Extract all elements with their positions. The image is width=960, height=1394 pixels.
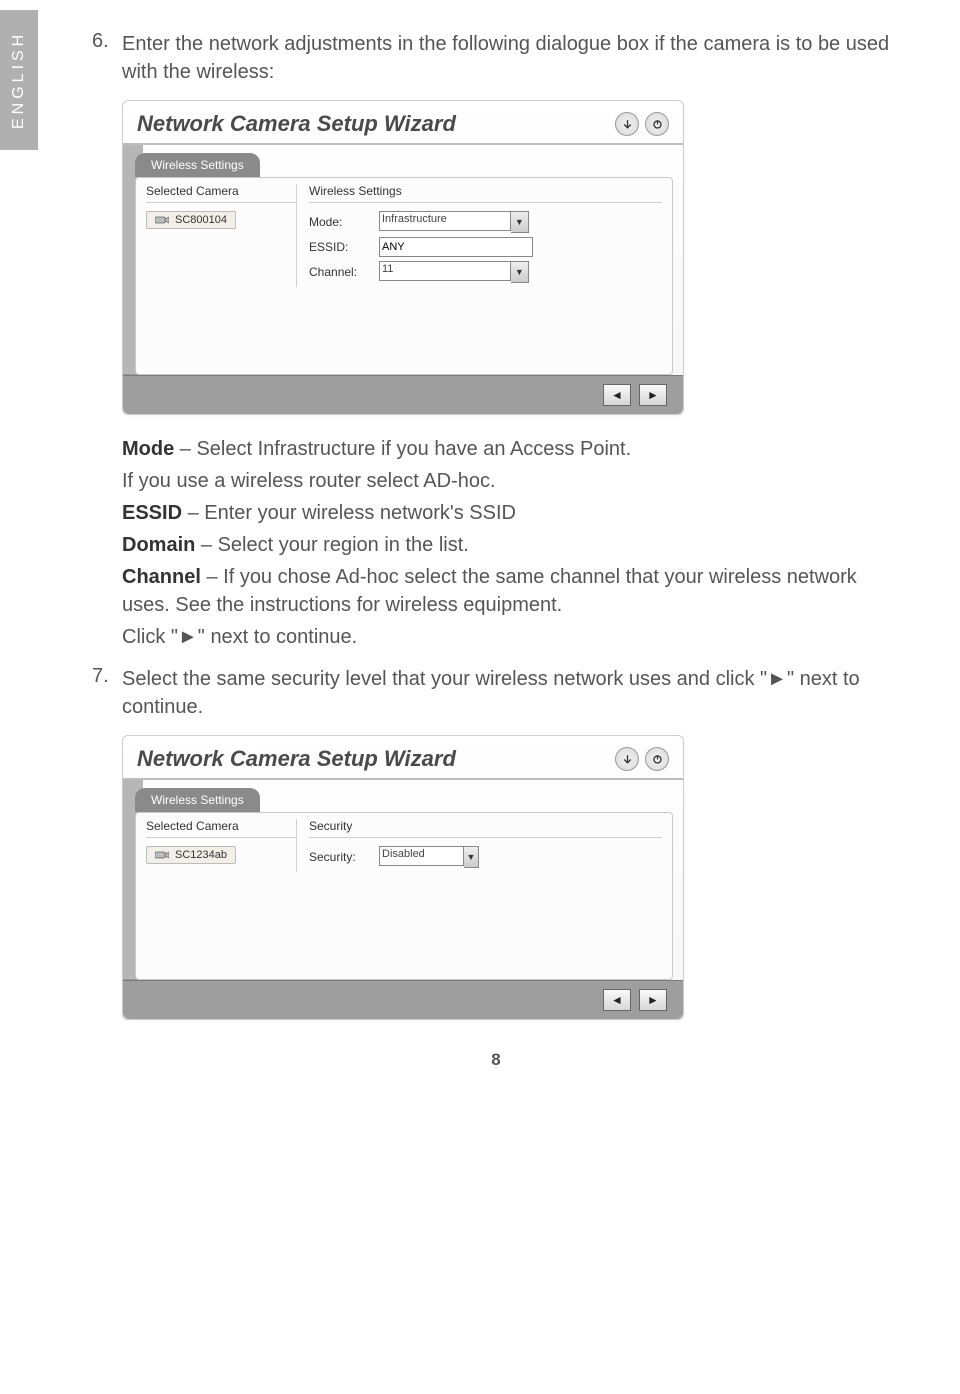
channel-desc: – If you chose Ad-hoc select the same ch… [122, 566, 857, 616]
wizard-header-controls [615, 747, 669, 771]
step-7: 7. Select the same security level that y… [92, 665, 900, 721]
camera-icon [155, 850, 169, 860]
essid-input[interactable] [379, 237, 533, 257]
channel-term: Channel [122, 566, 201, 588]
minimize-button[interactable] [615, 112, 639, 136]
wizard-tab: Wireless Settings [135, 153, 260, 177]
channel-label: Channel: [309, 265, 379, 279]
camera-icon [155, 215, 169, 225]
step-7-text: Select the same security level that your… [122, 665, 900, 721]
security-header: Security [309, 819, 662, 838]
camera-name: SC800104 [175, 214, 227, 226]
wizard-footer: ◄ ► [123, 375, 683, 414]
mode-label: Mode: [309, 215, 379, 229]
channel-select[interactable]: 11 ▼ [379, 261, 529, 283]
prev-button[interactable]: ◄ [603, 989, 631, 1011]
wizard-footer: ◄ ► [123, 980, 683, 1019]
click-next-text: Click "►" next to continue. [122, 623, 900, 651]
mode-desc: – Select Infrastructure if you have an A… [174, 438, 631, 460]
wizard-wireless-settings: Network Camera Setup Wizard Wireless Set… [122, 100, 684, 415]
next-button[interactable]: ► [639, 989, 667, 1011]
step-6-details: Mode – Select Infrastructure if you have… [122, 435, 900, 651]
page-number: 8 [92, 1050, 900, 1090]
chevron-down-icon: ▼ [511, 261, 529, 283]
selected-camera-header: Selected Camera [146, 184, 296, 203]
step-7-number: 7. [92, 665, 122, 721]
essid-term: ESSID [122, 502, 182, 524]
camera-entry[interactable]: SC1234ab [146, 846, 236, 864]
wizard-header: Network Camera Setup Wizard [123, 101, 683, 145]
wizard-header: Network Camera Setup Wizard [123, 736, 683, 780]
step-6: 6. Enter the network adjustments in the … [92, 30, 900, 86]
wizard-header-controls [615, 112, 669, 136]
minimize-button[interactable] [615, 747, 639, 771]
wizard-security-settings: Network Camera Setup Wizard Wireless Set… [122, 735, 684, 1020]
selected-camera-header: Selected Camera [146, 819, 296, 838]
domain-desc: – Select your region in the list. [195, 534, 468, 556]
wizard-title: Network Camera Setup Wizard [137, 746, 456, 772]
camera-name: SC1234ab [175, 849, 227, 861]
mode-value: Infrastructure [379, 211, 511, 231]
page-content: 6. Enter the network adjustments in the … [92, 0, 900, 1090]
language-tab: ENGLISH [0, 10, 38, 150]
mode-desc-2: If you use a wireless router select AD-h… [122, 467, 900, 495]
step-6-number: 6. [92, 30, 122, 86]
security-label: Security: [309, 850, 379, 864]
mode-term: Mode [122, 438, 174, 460]
mode-select[interactable]: Infrastructure ▼ [379, 211, 529, 233]
domain-term: Domain [122, 534, 195, 556]
wizard-title: Network Camera Setup Wizard [137, 111, 456, 137]
chevron-down-icon: ▼ [464, 846, 479, 868]
chevron-down-icon: ▼ [511, 211, 529, 233]
wireless-settings-header: Wireless Settings [309, 184, 662, 203]
next-button[interactable]: ► [639, 384, 667, 406]
camera-entry[interactable]: SC800104 [146, 211, 236, 229]
wizard-tab: Wireless Settings [135, 788, 260, 812]
close-button[interactable] [645, 747, 669, 771]
essid-label: ESSID: [309, 240, 379, 254]
prev-button[interactable]: ◄ [603, 384, 631, 406]
close-button[interactable] [645, 112, 669, 136]
step-6-text: Enter the network adjustments in the fol… [122, 30, 900, 86]
security-value: Disabled [379, 846, 464, 866]
channel-value: 11 [379, 261, 511, 281]
security-select[interactable]: Disabled ▼ [379, 846, 479, 868]
essid-desc: – Enter your wireless network's SSID [182, 502, 516, 524]
